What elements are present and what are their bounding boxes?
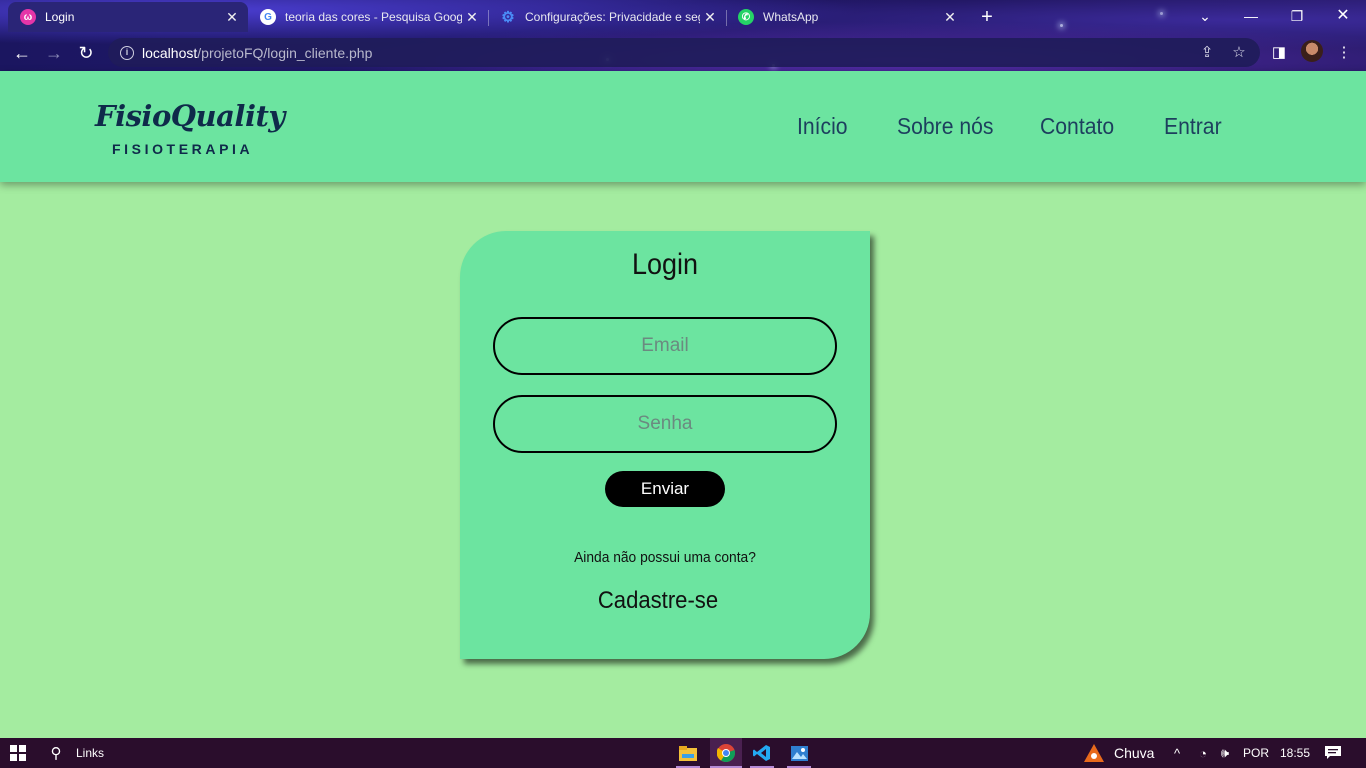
nav-inicio[interactable]: Início xyxy=(797,113,848,140)
tab-login[interactable]: ω Login ✕ xyxy=(8,2,248,32)
app-icon: ω xyxy=(20,9,36,25)
no-account-text: Ainda não possui uma conta? xyxy=(574,549,756,566)
logo-title[interactable]: FisioQuality xyxy=(95,99,285,133)
vscode-icon[interactable] xyxy=(750,738,774,768)
url-path: /projetoFQ/login_cliente.php xyxy=(197,44,373,61)
weather-label[interactable]: Chuva xyxy=(1114,738,1154,768)
browser-toolbar: ← → ↻ i localhost/projetoFQ/login_client… xyxy=(0,34,1366,71)
volume-icon[interactable]: 🕪 xyxy=(1216,738,1234,768)
nav-contato[interactable]: Contato xyxy=(1040,113,1114,140)
signup-link[interactable]: Cadastre-se xyxy=(476,587,840,615)
site-info-icon[interactable]: i xyxy=(120,45,134,60)
close-tab-icon[interactable]: ✕ xyxy=(462,9,482,26)
chrome-icon[interactable] xyxy=(710,738,742,768)
file-explorer-icon[interactable] xyxy=(676,738,700,768)
bookmark-star-icon[interactable]: ☆ xyxy=(1230,44,1248,62)
menu-icon[interactable]: ⋮ xyxy=(1333,42,1355,64)
search-icon[interactable]: ⚲ xyxy=(44,738,68,768)
browser-chrome: ω Login ✕ G teoria das cores - Pesquisa … xyxy=(0,0,1366,71)
site-header: FisioQuality FISIOTERAPIA Início Sobre n… xyxy=(0,71,1366,182)
submit-button[interactable]: Enviar xyxy=(605,471,725,507)
login-card: Login Enviar Ainda não possui uma conta?… xyxy=(460,231,870,659)
chevron-up-icon[interactable]: ^ xyxy=(1168,738,1186,768)
logo-subtitle: FISIOTERAPIA xyxy=(112,141,254,157)
nav-sobre-nos[interactable]: Sobre nós xyxy=(897,113,993,140)
login-title: Login xyxy=(631,248,699,281)
links-toolbar[interactable]: Links xyxy=(76,738,104,768)
new-tab-button[interactable]: + xyxy=(976,6,998,28)
forward-icon[interactable]: → xyxy=(42,41,66,65)
wifi-icon[interactable]: ◔ xyxy=(1194,738,1212,768)
close-tab-icon[interactable]: ✕ xyxy=(940,9,960,26)
tab-whatsapp[interactable]: ✆ WhatsApp ✕ xyxy=(726,2,966,32)
close-tab-icon[interactable]: ✕ xyxy=(222,9,242,26)
minimize-button[interactable]: — xyxy=(1236,4,1266,28)
tab-settings[interactable]: ⚙ Configurações: Privacidade e seg ✕ xyxy=(488,2,726,32)
tab-title: Configurações: Privacidade e seg xyxy=(525,10,700,24)
tab-strip: ω Login ✕ G teoria das cores - Pesquisa … xyxy=(0,0,1366,34)
taskbar: ⚲ Links Chuva ^ ◔ 🕪 POR 18:55 xyxy=(0,738,1366,768)
close-window-button[interactable]: ✕ xyxy=(1328,4,1358,28)
back-icon[interactable]: ← xyxy=(10,41,34,65)
photos-icon[interactable] xyxy=(787,738,811,768)
google-icon: G xyxy=(260,9,276,25)
email-field[interactable] xyxy=(493,317,837,375)
nav-entrar[interactable]: Entrar xyxy=(1164,113,1222,140)
settings-icon: ⚙ xyxy=(501,9,515,26)
tab-title: teoria das cores - Pesquisa Goog xyxy=(285,10,462,24)
tab-google-search[interactable]: G teoria das cores - Pesquisa Goog ✕ xyxy=(248,2,488,32)
whatsapp-icon: ✆ xyxy=(738,9,754,25)
restore-button[interactable]: ❐ xyxy=(1282,4,1312,28)
weather-rain-icon[interactable] xyxy=(1082,738,1106,768)
url-host: localhost xyxy=(142,44,198,61)
side-panel-icon[interactable]: ◨ xyxy=(1268,42,1290,64)
tab-title: WhatsApp xyxy=(763,10,819,24)
windows-start-icon[interactable] xyxy=(6,738,30,768)
notification-icon[interactable] xyxy=(1322,738,1344,768)
address-bar[interactable]: i localhost/projetoFQ/login_cliente.php … xyxy=(108,38,1260,67)
tab-title: Login xyxy=(45,10,75,24)
password-field[interactable] xyxy=(493,395,837,453)
reload-icon[interactable]: ↻ xyxy=(74,41,98,65)
share-icon[interactable]: ⇪ xyxy=(1198,44,1216,62)
profile-avatar[interactable] xyxy=(1301,40,1323,62)
clock[interactable]: 18:55 xyxy=(1280,738,1310,768)
close-tab-icon[interactable]: ✕ xyxy=(700,9,720,26)
language-indicator[interactable]: POR xyxy=(1243,738,1269,768)
tab-search-icon[interactable]: ⌄ xyxy=(1190,4,1220,28)
